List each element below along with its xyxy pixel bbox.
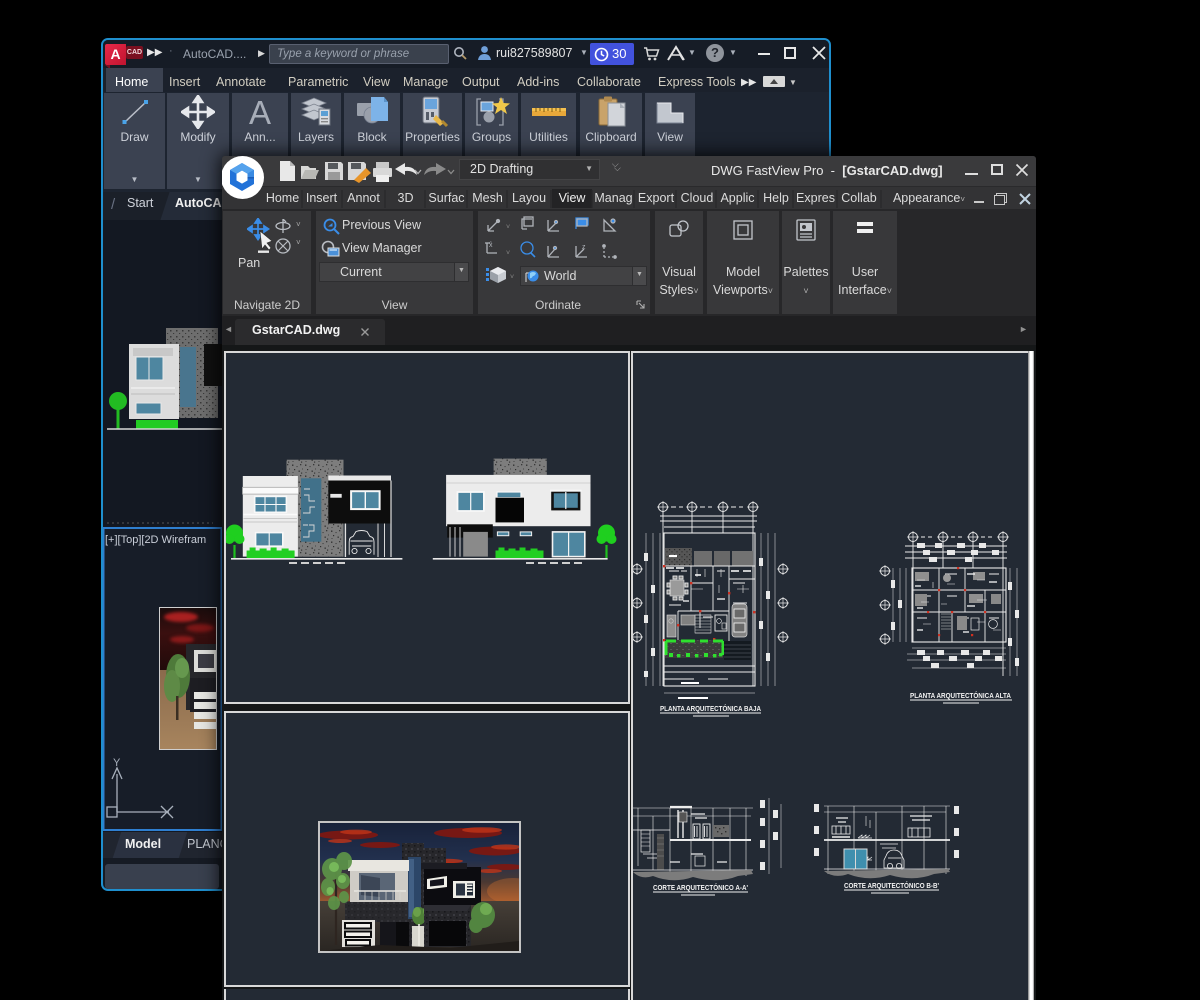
svg-text:CORTE ARQUITECTÓNICO A-A': CORTE ARQUITECTÓNICO A-A': [653, 883, 748, 892]
svg-text:˅: ˅: [510, 274, 514, 281]
svg-text:z: z: [582, 244, 586, 251]
svg-text:˅: ˅: [506, 224, 510, 231]
svg-text:PLANTA ARQUITECTÓNICA ALTA: PLANTA ARQUITECTÓNICA ALTA: [910, 691, 1011, 700]
svg-text:[+][Top][2D Wirefram: [+][Top][2D Wirefram: [105, 534, 206, 546]
svg-text:PLANTA ARQUITECTÓNICA BAJA: PLANTA ARQUITECTÓNICA BAJA: [660, 704, 761, 713]
svg-text:Y: Y: [113, 757, 121, 769]
svg-text:˅: ˅: [506, 250, 510, 257]
svg-text:x̂: x̂: [489, 242, 493, 249]
svg-text:CORTE ARQUITECTÓNICO B-B': CORTE ARQUITECTÓNICO B-B': [844, 881, 939, 890]
